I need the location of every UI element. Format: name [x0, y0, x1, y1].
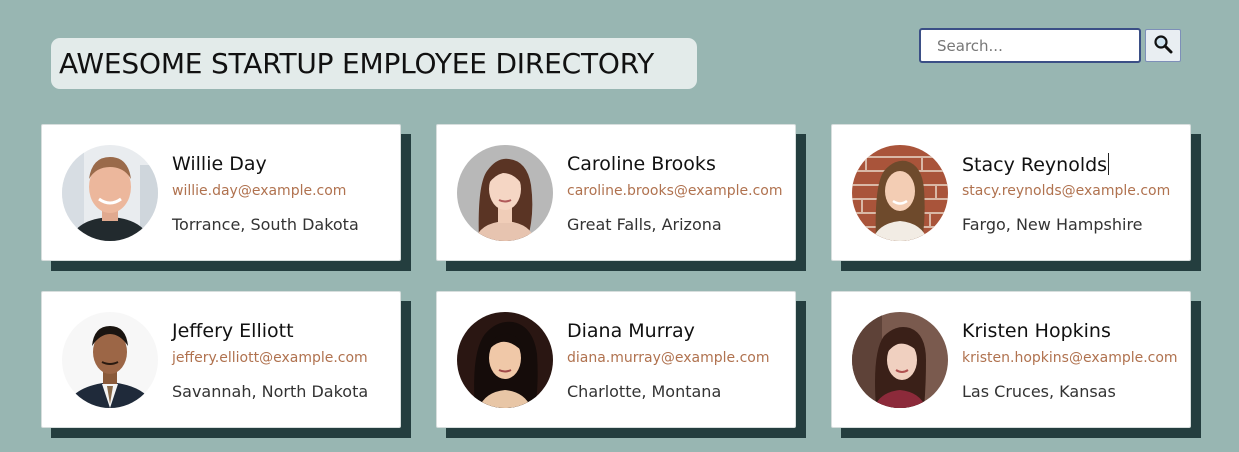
- employee-name: Diana Murray: [567, 320, 695, 342]
- employee-card[interactable]: Willie Day willie.day@example.com Torran…: [41, 124, 411, 271]
- avatar: [852, 312, 948, 408]
- employee-email: jeffery.elliott@example.com: [172, 350, 368, 366]
- card-body[interactable]: Jeffery Elliott jeffery.elliott@example.…: [41, 291, 401, 428]
- card-body[interactable]: Caroline Brooks caroline.brooks@example.…: [436, 124, 796, 261]
- avatar: [457, 312, 553, 408]
- employee-email: kristen.hopkins@example.com: [962, 350, 1178, 366]
- card-body[interactable]: Diana Murray diana.murray@example.com Ch…: [436, 291, 796, 428]
- employee-name: Jeffery Elliott: [172, 320, 294, 342]
- employee-email: willie.day@example.com: [172, 183, 347, 199]
- search-input[interactable]: [919, 28, 1141, 63]
- employee-location: Las Cruces, Kansas: [962, 382, 1116, 401]
- employee-email: caroline.brooks@example.com: [567, 183, 783, 199]
- avatar: [62, 312, 158, 408]
- avatar: [852, 145, 948, 241]
- employee-location: Savannah, North Dakota: [172, 382, 369, 401]
- employee-location: Torrance, South Dakota: [172, 215, 359, 234]
- search-button[interactable]: [1145, 29, 1181, 62]
- card-body[interactable]: Kristen Hopkins kristen.hopkins@example.…: [831, 291, 1191, 428]
- employee-card[interactable]: Diana Murray diana.murray@example.com Ch…: [436, 291, 806, 438]
- avatar: [457, 145, 553, 241]
- page-title: AWESOME STARTUP EMPLOYEE DIRECTORY: [59, 47, 655, 80]
- employee-email: diana.murray@example.com: [567, 350, 770, 366]
- employee-name-text: Stacy Reynolds: [962, 154, 1108, 176]
- employee-card[interactable]: Kristen Hopkins kristen.hopkins@example.…: [831, 291, 1201, 438]
- card-body[interactable]: Willie Day willie.day@example.com Torran…: [41, 124, 401, 261]
- search-icon: [1153, 34, 1173, 58]
- card-body[interactable]: Stacy Reynolds stacy.reynolds@example.co…: [831, 124, 1191, 261]
- page-title-box: AWESOME STARTUP EMPLOYEE DIRECTORY: [51, 38, 697, 89]
- employee-name: Willie Day: [172, 153, 267, 175]
- employee-card[interactable]: Stacy Reynolds stacy.reynolds@example.co…: [831, 124, 1201, 271]
- employee-name: Stacy Reynolds: [962, 153, 1110, 176]
- employee-email: stacy.reynolds@example.com: [962, 183, 1171, 199]
- employee-card[interactable]: Caroline Brooks caroline.brooks@example.…: [436, 124, 806, 271]
- avatar: [62, 145, 158, 241]
- employee-location: Great Falls, Arizona: [567, 215, 722, 234]
- employee-name: Caroline Brooks: [567, 153, 716, 175]
- text-cursor: [1108, 153, 1110, 175]
- employee-card[interactable]: Jeffery Elliott jeffery.elliott@example.…: [41, 291, 411, 438]
- employee-name: Kristen Hopkins: [962, 320, 1111, 342]
- employee-location: Fargo, New Hampshire: [962, 215, 1143, 234]
- employee-location: Charlotte, Montana: [567, 382, 722, 401]
